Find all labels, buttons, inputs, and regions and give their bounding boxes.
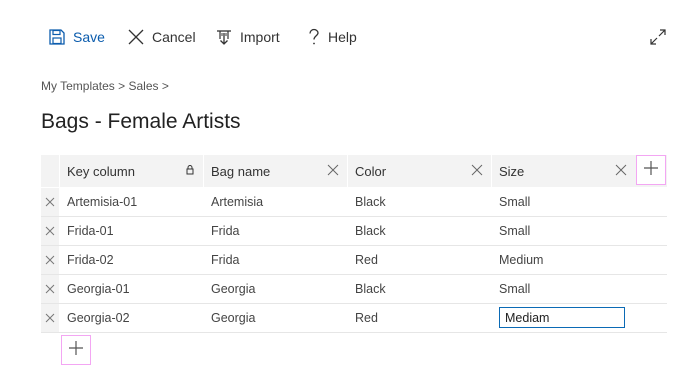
- cell-bag-name[interactable]: Frida: [204, 246, 347, 274]
- cell-key[interactable]: Frida-01: [60, 217, 203, 245]
- save-icon: [48, 28, 66, 46]
- cancel-button[interactable]: Cancel: [127, 26, 196, 48]
- cancel-label: Cancel: [152, 29, 196, 45]
- cell-color[interactable]: Red: [348, 246, 491, 274]
- table-row: Artemisia-01 Artemisia Black Small: [41, 188, 667, 217]
- cell-size[interactable]: Small: [492, 188, 667, 216]
- cell-color[interactable]: Black: [348, 188, 491, 216]
- save-button[interactable]: Save: [48, 26, 105, 48]
- help-icon: [307, 28, 321, 46]
- close-icon[interactable]: [327, 164, 339, 179]
- delete-row-icon[interactable]: [41, 246, 59, 274]
- cell-size[interactable]: Small: [492, 275, 667, 303]
- expand-icon[interactable]: [649, 28, 667, 46]
- cell-color[interactable]: Black: [348, 275, 491, 303]
- column-header-label: Bag name: [211, 163, 271, 179]
- table-row: Georgia-02 Georgia Red: [41, 304, 667, 333]
- column-header-color[interactable]: Color: [348, 155, 491, 187]
- delete-row-icon[interactable]: [41, 188, 59, 216]
- breadcrumb[interactable]: My Templates > Sales >: [41, 79, 169, 93]
- table-row: Frida-01 Frida Black Small: [41, 217, 667, 246]
- cell-bag-name[interactable]: Georgia: [204, 275, 347, 303]
- cell-key[interactable]: Georgia-02: [60, 304, 203, 332]
- close-icon[interactable]: [471, 164, 483, 179]
- cell-color[interactable]: Black: [348, 217, 491, 245]
- help-button[interactable]: Help: [307, 26, 357, 48]
- plus-icon: [69, 340, 83, 360]
- table-row: Georgia-01 Georgia Black Small: [41, 275, 667, 304]
- cell-color[interactable]: Red: [348, 304, 491, 332]
- cell-key[interactable]: Georgia-01: [60, 275, 203, 303]
- cancel-icon: [127, 28, 145, 46]
- plus-icon: [644, 160, 658, 180]
- cell-bag-name[interactable]: Georgia: [204, 304, 347, 332]
- cell-size[interactable]: Small: [492, 217, 667, 245]
- cell-key[interactable]: Frida-02: [60, 246, 203, 274]
- add-row-button[interactable]: [61, 335, 91, 365]
- column-header-label: Color: [355, 163, 387, 179]
- grid-header: Key column Bag name Color Size: [41, 155, 667, 187]
- import-button[interactable]: Import: [215, 26, 280, 48]
- add-column-button[interactable]: [636, 155, 666, 185]
- column-header-key[interactable]: Key column: [60, 155, 203, 187]
- table-row: Frida-02 Frida Red Medium: [41, 246, 667, 275]
- header-corner: [41, 155, 59, 187]
- save-label: Save: [73, 29, 105, 45]
- cell-bag-name[interactable]: Frida: [204, 217, 347, 245]
- lock-icon: [185, 164, 195, 179]
- column-header-bag-name[interactable]: Bag name: [204, 155, 347, 187]
- column-header-label: Key column: [67, 163, 135, 179]
- cell-size[interactable]: Medium: [492, 246, 667, 274]
- column-header-label: Size: [499, 163, 525, 179]
- page-title: Bags - Female Artists: [41, 110, 241, 133]
- help-label: Help: [328, 29, 357, 45]
- close-icon[interactable]: [615, 164, 627, 179]
- toolbar: Save Cancel Import Help: [0, 0, 677, 74]
- delete-row-icon[interactable]: [41, 304, 59, 332]
- import-label: Import: [240, 29, 280, 45]
- import-icon: [215, 28, 233, 46]
- delete-row-icon[interactable]: [41, 275, 59, 303]
- column-header-size[interactable]: Size: [492, 155, 635, 187]
- size-edit-input[interactable]: [499, 307, 625, 328]
- cell-bag-name[interactable]: Artemisia: [204, 188, 347, 216]
- cell-key[interactable]: Artemisia-01: [60, 188, 203, 216]
- delete-row-icon[interactable]: [41, 217, 59, 245]
